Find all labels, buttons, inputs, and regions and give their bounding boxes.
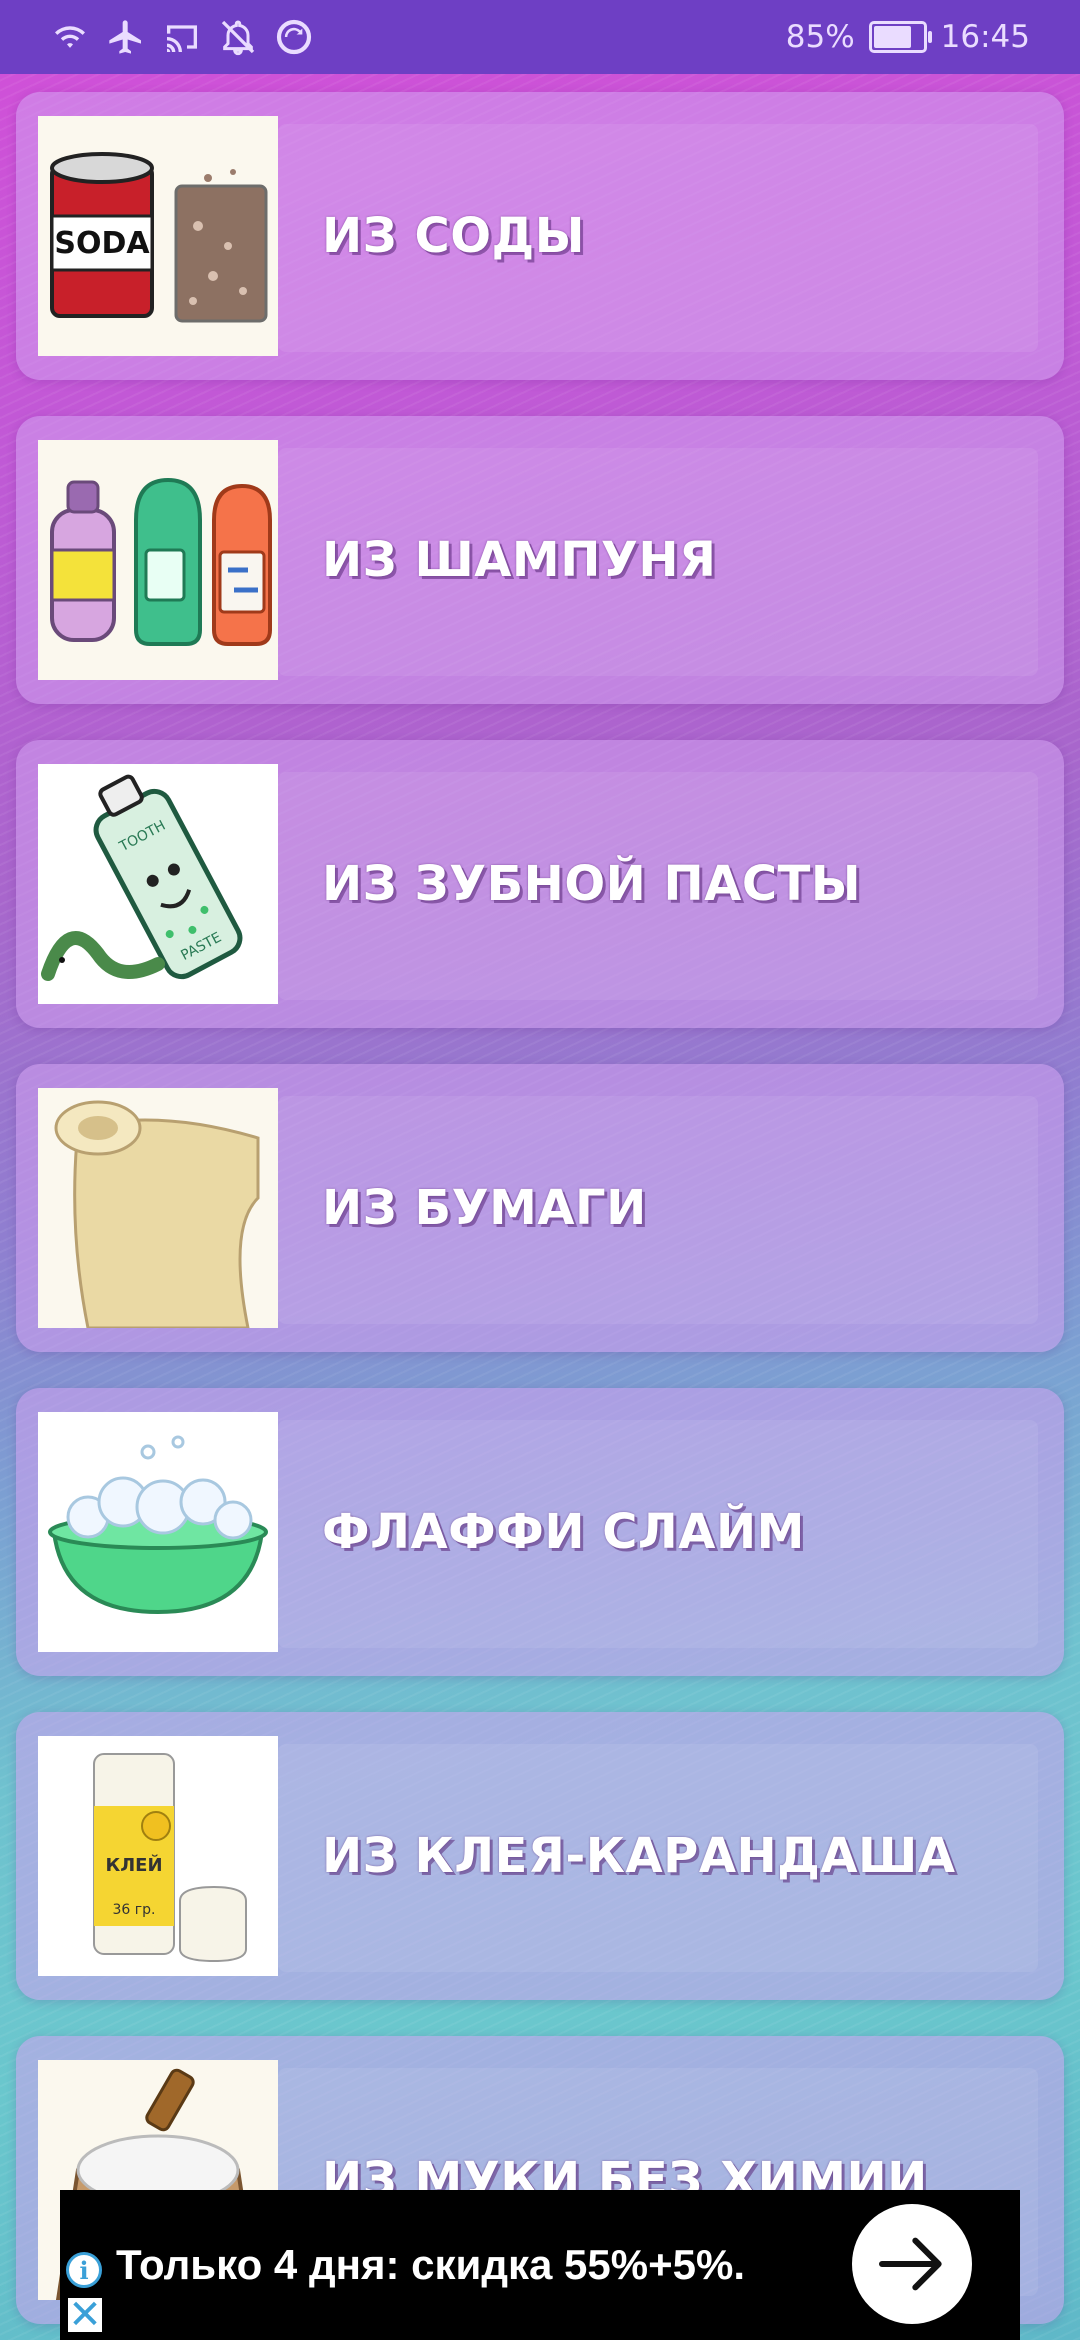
status-icons <box>50 17 314 57</box>
close-icon[interactable]: ✕ <box>68 2295 102 2335</box>
battery-level <box>873 26 912 48</box>
list-item-glue-stick[interactable]: КЛЕЙ 36 гр. ИЗ КЛЕЯ-КАРАНДАША <box>16 1712 1064 2000</box>
status-bar: 85% 16:45 <box>0 0 1080 74</box>
clock: 16:45 <box>940 19 1030 55</box>
list-item-soda[interactable]: SODA ИЗ СОДЫ <box>16 92 1064 380</box>
item-label: ИЗ КЛЕЯ-КАРАНДАША <box>322 1828 956 1884</box>
list-item-toothpaste[interactable]: TOOTH PASTE ИЗ ЗУБНОЙ ПАСТЫ <box>16 740 1064 1028</box>
airplane-icon <box>109 20 141 54</box>
wifi-icon <box>55 26 85 48</box>
list-item-paper[interactable]: ИЗ БУМАГИ <box>16 1064 1064 1352</box>
shampoo-bottles-icon <box>38 440 278 680</box>
item-label: ИЗ БУМАГИ <box>322 1180 647 1236</box>
ad-banner[interactable]: i ✕ Только 4 дня: скидка 55%+5%. <box>60 2190 1020 2340</box>
info-icon[interactable]: i <box>66 2252 102 2288</box>
list-item-fluffy[interactable]: ФЛАФФИ СЛАЙМ <box>16 1388 1064 1676</box>
list-item-shampoo[interactable]: ИЗ ШАМПУНЯ <box>16 416 1064 704</box>
battery-icon <box>868 21 932 53</box>
battery-percent: 85% <box>785 19 855 55</box>
arrow-right-icon[interactable] <box>852 2204 972 2324</box>
paper-scroll-icon <box>38 1088 278 1328</box>
sync-icon <box>276 19 312 55</box>
cast-icon <box>167 25 197 52</box>
glue-stick-icon: КЛЕЙ 36 гр. <box>38 1736 278 1976</box>
notifications-off-icon <box>221 20 255 56</box>
item-label: ИЗ СОДЫ <box>322 208 585 264</box>
ad-text[interactable]: Только 4 дня: скидка 55%+5%. <box>116 2190 745 2340</box>
svg-text:КЛЕЙ: КЛЕЙ <box>105 1854 162 1876</box>
item-label: ИЗ ШАМПУНЯ <box>322 532 717 588</box>
toothpaste-icon: TOOTH PASTE <box>38 764 278 1004</box>
item-label: ФЛАФФИ СЛАЙМ <box>322 1504 805 1560</box>
svg-text:SODA: SODA <box>54 226 150 261</box>
item-label: ИЗ ЗУБНОЙ ПАСТЫ <box>322 856 862 912</box>
foam-basin-icon <box>38 1412 278 1652</box>
svg-text:36 гр.: 36 гр. <box>113 1902 156 1918</box>
status-right: 85% 16:45 <box>786 19 1030 55</box>
soda-can-icon: SODA <box>38 116 278 356</box>
